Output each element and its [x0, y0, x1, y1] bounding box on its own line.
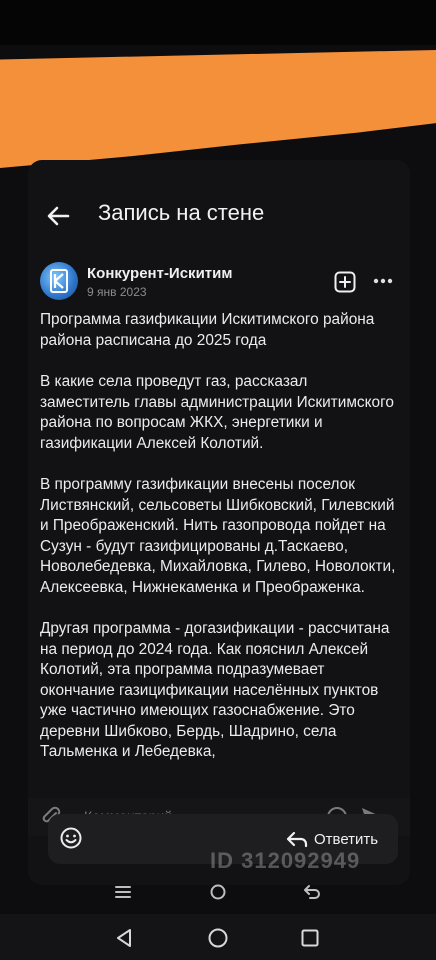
- arrow-left-icon[interactable]: [42, 200, 74, 232]
- post-paragraph: Другая программа - догазификации - рассч…: [40, 620, 390, 760]
- system-navigation-bar: [0, 914, 436, 960]
- page-header: Запись на стене: [0, 188, 436, 244]
- reply-arrow-icon: [286, 831, 308, 848]
- post-paragraph: Программа газификации Искитимского район…: [40, 311, 375, 349]
- app-navigation: [0, 870, 436, 912]
- orange-overlay: [0, 50, 436, 168]
- status-bar-area: [0, 0, 436, 45]
- post-paragraph: В программу газификации внесены поселок …: [40, 476, 396, 596]
- post-date: 9 янв 2023: [87, 285, 147, 299]
- post-author[interactable]: Конкурент-Искитим: [87, 265, 232, 282]
- page-title: Запись на стене: [98, 200, 265, 225]
- post-header: Конкурент-Искитим 9 янв 2023: [40, 262, 400, 306]
- square-recents-icon[interactable]: [298, 926, 322, 950]
- home-icon[interactable]: [208, 882, 228, 902]
- avatar[interactable]: [40, 262, 78, 300]
- post-paragraph: В какие села проведут газ, рассказал зам…: [40, 373, 394, 452]
- emoji-icon[interactable]: [59, 826, 83, 850]
- reply-label: Ответить: [314, 830, 379, 848]
- circle-home-icon[interactable]: [206, 926, 230, 950]
- triangle-back-icon[interactable]: [112, 926, 136, 950]
- post-body: Программа газификации Искитимского район…: [40, 310, 400, 795]
- more-horizontal-icon[interactable]: [373, 276, 393, 286]
- add-square-icon[interactable]: [334, 271, 356, 293]
- menu-icon[interactable]: [113, 882, 133, 902]
- return-icon[interactable]: [302, 882, 322, 902]
